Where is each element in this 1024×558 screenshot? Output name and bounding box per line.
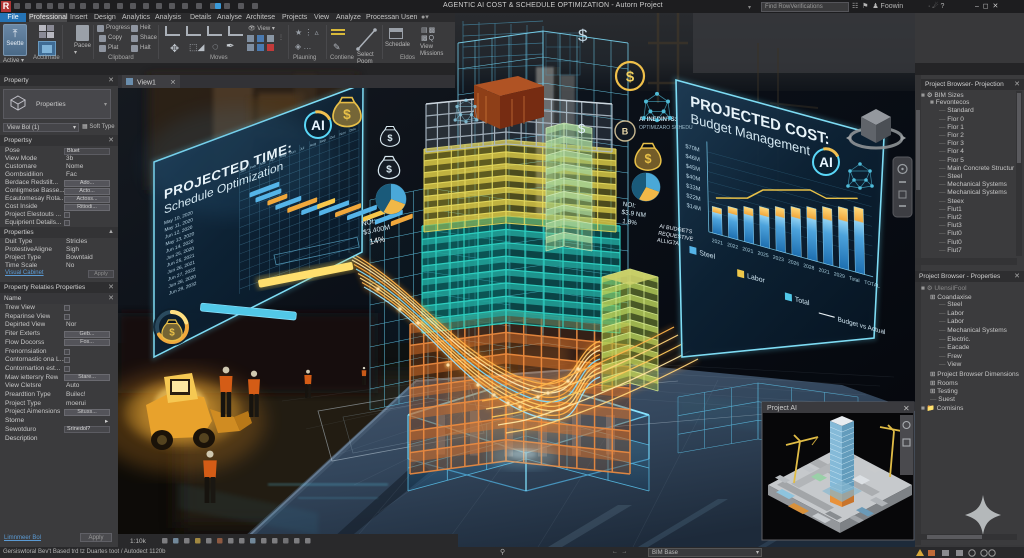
svg-text:✕: ✕ [903, 404, 910, 413]
svg-text:B: B [622, 127, 629, 137]
svg-text:✕: ✕ [170, 80, 176, 87]
svg-text:AI: AI [819, 155, 833, 170]
svg-text:View1: View1 [137, 80, 156, 87]
svg-text:$: $ [644, 152, 651, 166]
svg-text:$: $ [169, 327, 175, 338]
svg-text:$: $ [626, 69, 635, 86]
svg-text:$: $ [387, 133, 393, 143]
svg-text:$: $ [578, 121, 586, 136]
svg-text:OPTIMIZARO SCHEDU: OPTIMIZARO SCHEDU [639, 125, 693, 131]
svg-text:AI: AI [311, 118, 325, 133]
svg-text:1:10k: 1:10k [130, 538, 147, 545]
svg-text:Project AI: Project AI [767, 405, 797, 412]
svg-text:$: $ [386, 165, 392, 176]
svg-text:$: $ [343, 107, 351, 122]
